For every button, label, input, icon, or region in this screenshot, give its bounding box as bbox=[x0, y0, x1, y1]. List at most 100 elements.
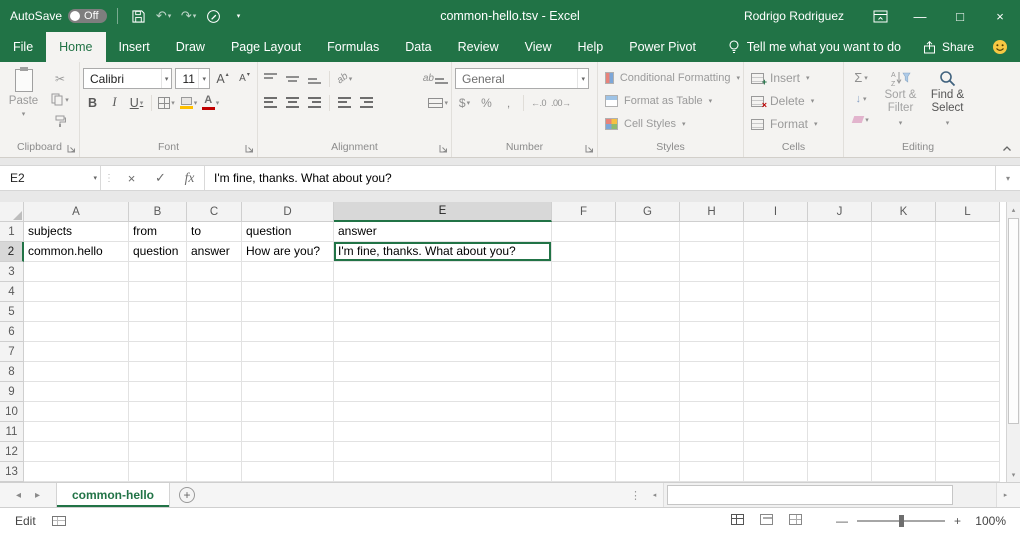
new-sheet-button[interactable]: + bbox=[170, 483, 204, 507]
tell-me-box[interactable]: Tell me what you want to do bbox=[728, 32, 923, 62]
cell-B5[interactable] bbox=[129, 302, 187, 322]
cell-J10[interactable] bbox=[808, 402, 872, 422]
zoom-out-button[interactable]: — bbox=[836, 514, 848, 528]
cell-H12[interactable] bbox=[680, 442, 744, 462]
decrease-decimal-button[interactable]: .00→ bbox=[551, 93, 571, 112]
cell-A13[interactable] bbox=[24, 462, 129, 482]
cell-I10[interactable] bbox=[744, 402, 808, 422]
align-right-button[interactable] bbox=[305, 93, 324, 112]
cell-C10[interactable] bbox=[187, 402, 242, 422]
zoom-level[interactable]: 100% bbox=[970, 514, 1006, 528]
cell-F13[interactable] bbox=[552, 462, 616, 482]
autosum-button[interactable]: Σ▾ bbox=[849, 69, 873, 86]
cell-H9[interactable] bbox=[680, 382, 744, 402]
number-format-select[interactable]: General▾ bbox=[455, 68, 589, 89]
user-name[interactable]: Rodrigo Rodriguez bbox=[744, 9, 844, 23]
conditional-formatting-button[interactable]: Conditional Formatting▾ bbox=[601, 67, 740, 89]
undo-button[interactable]: ↶▾ bbox=[153, 2, 175, 30]
increase-font-size-button[interactable]: A▴ bbox=[213, 69, 232, 88]
cell-C7[interactable] bbox=[187, 342, 242, 362]
cell-K4[interactable] bbox=[872, 282, 936, 302]
cell-H6[interactable] bbox=[680, 322, 744, 342]
select-all-corner[interactable] bbox=[0, 202, 24, 222]
ribbon-tab-review[interactable]: Review bbox=[445, 32, 512, 62]
align-center-button[interactable] bbox=[283, 93, 302, 112]
row-header-2[interactable]: 2 bbox=[0, 242, 24, 262]
paste-button[interactable]: Paste ▾ bbox=[3, 64, 44, 140]
format-as-table-button[interactable]: Format as Table▾ bbox=[601, 90, 740, 112]
cell-B3[interactable] bbox=[129, 262, 187, 282]
cell-B12[interactable] bbox=[129, 442, 187, 462]
ribbon-tab-home[interactable]: Home bbox=[46, 32, 105, 62]
cell-C11[interactable] bbox=[187, 422, 242, 442]
cell-E2[interactable]: I'm fine, thanks. What about you? bbox=[334, 242, 552, 262]
cell-J7[interactable] bbox=[808, 342, 872, 362]
format-painter-button[interactable] bbox=[46, 112, 74, 129]
cell-B13[interactable] bbox=[129, 462, 187, 482]
cell-B7[interactable] bbox=[129, 342, 187, 362]
cell-H11[interactable] bbox=[680, 422, 744, 442]
cell-E13[interactable] bbox=[334, 462, 552, 482]
ribbon-tab-file[interactable]: File bbox=[0, 32, 46, 62]
alignment-dialog-launcher[interactable] bbox=[439, 144, 448, 153]
wrap-text-button[interactable]: ab bbox=[423, 69, 448, 88]
cell-L5[interactable] bbox=[936, 302, 1000, 322]
cell-G13[interactable] bbox=[616, 462, 680, 482]
cell-L8[interactable] bbox=[936, 362, 1000, 382]
cell-D1[interactable]: question bbox=[242, 222, 334, 242]
row-header-1[interactable]: 1 bbox=[0, 222, 24, 242]
zoom-in-button[interactable]: + bbox=[954, 514, 961, 528]
cell-J13[interactable] bbox=[808, 462, 872, 482]
row-header-8[interactable]: 8 bbox=[0, 362, 24, 382]
cell-L9[interactable] bbox=[936, 382, 1000, 402]
page-break-view-button[interactable] bbox=[789, 514, 802, 528]
cell-K8[interactable] bbox=[872, 362, 936, 382]
cell-G2[interactable] bbox=[616, 242, 680, 262]
cell-I9[interactable] bbox=[744, 382, 808, 402]
cell-G6[interactable] bbox=[616, 322, 680, 342]
enter-button[interactable]: ✓ bbox=[146, 166, 175, 190]
cell-L11[interactable] bbox=[936, 422, 1000, 442]
cell-L3[interactable] bbox=[936, 262, 1000, 282]
cell-G10[interactable] bbox=[616, 402, 680, 422]
cell-K3[interactable] bbox=[872, 262, 936, 282]
cell-J4[interactable] bbox=[808, 282, 872, 302]
cell-B11[interactable] bbox=[129, 422, 187, 442]
cell-J1[interactable] bbox=[808, 222, 872, 242]
cell-B8[interactable] bbox=[129, 362, 187, 382]
cell-L6[interactable] bbox=[936, 322, 1000, 342]
cell-F3[interactable] bbox=[552, 262, 616, 282]
cell-A7[interactable] bbox=[24, 342, 129, 362]
cell-C9[interactable] bbox=[187, 382, 242, 402]
column-header-D[interactable]: D bbox=[242, 202, 334, 222]
expand-formula-bar-button[interactable]: ▾ bbox=[996, 166, 1020, 190]
increase-decimal-button[interactable]: ←.0 bbox=[529, 93, 548, 112]
cell-A10[interactable] bbox=[24, 402, 129, 422]
cell-C3[interactable] bbox=[187, 262, 242, 282]
cell-G8[interactable] bbox=[616, 362, 680, 382]
cell-K2[interactable] bbox=[872, 242, 936, 262]
cell-B4[interactable] bbox=[129, 282, 187, 302]
ribbon-tab-view[interactable]: View bbox=[512, 32, 565, 62]
column-header-K[interactable]: K bbox=[872, 202, 936, 222]
cell-K10[interactable] bbox=[872, 402, 936, 422]
number-dialog-launcher[interactable] bbox=[585, 144, 594, 153]
cell-J12[interactable] bbox=[808, 442, 872, 462]
cell-D3[interactable] bbox=[242, 262, 334, 282]
cell-A8[interactable] bbox=[24, 362, 129, 382]
borders-button[interactable]: ▾ bbox=[157, 93, 176, 112]
cell-A3[interactable] bbox=[24, 262, 129, 282]
fill-button[interactable]: ↓▾ bbox=[849, 90, 873, 107]
customize-quick-access-toolbar-button[interactable]: ▾ bbox=[228, 2, 250, 30]
scroll-down-button[interactable]: ▾ bbox=[1007, 467, 1020, 482]
cell-F4[interactable] bbox=[552, 282, 616, 302]
cell-E5[interactable] bbox=[334, 302, 552, 322]
cell-D6[interactable] bbox=[242, 322, 334, 342]
vertical-scrollbar[interactable]: ▴ ▾ bbox=[1006, 202, 1020, 482]
cell-D5[interactable] bbox=[242, 302, 334, 322]
font-dialog-launcher[interactable] bbox=[245, 144, 254, 153]
cell-K12[interactable] bbox=[872, 442, 936, 462]
cell-E7[interactable] bbox=[334, 342, 552, 362]
column-header-B[interactable]: B bbox=[129, 202, 187, 222]
column-header-A[interactable]: A bbox=[24, 202, 129, 222]
